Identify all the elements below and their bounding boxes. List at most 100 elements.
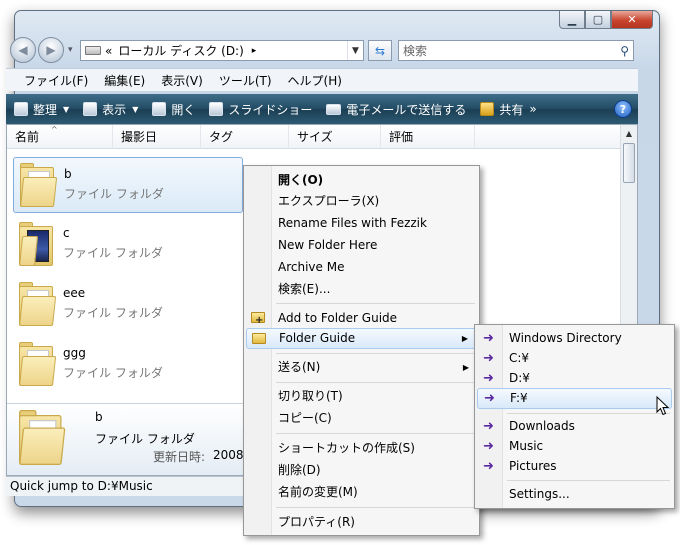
list-item[interactable]: ggg ファイル フォルダ [13, 337, 243, 393]
item-type: ファイル フォルダ [63, 246, 163, 260]
folder-icon [19, 282, 57, 326]
address-prefix[interactable]: « [105, 44, 112, 58]
menu-item-send-to[interactable]: 送る(N) ▶ [246, 357, 477, 378]
address-bar[interactable]: « ローカル ディスク (D:) ▸ ▼ [80, 40, 364, 61]
menu-item-archive-me[interactable]: Archive Me [246, 257, 477, 278]
address-next-icon[interactable]: ▸ [252, 46, 257, 56]
address-path[interactable]: ローカル ディスク (D:) [118, 42, 243, 59]
list-item[interactable]: b ファイル フォルダ [13, 157, 243, 213]
menu-item-rename[interactable]: 名前の変更(M) [246, 482, 477, 503]
menu-item-search[interactable]: 検索(E)... [246, 279, 477, 300]
column-header: ^ 名前 撮影日 タグ サイズ 評価 [7, 125, 621, 149]
folder-icon [19, 222, 53, 266]
details-modified-value: 2008 [213, 448, 244, 462]
menu-edit[interactable]: 編集(E) [104, 72, 145, 89]
command-bar: 整理 ▼ 表示 ▼ 開く スライドショー 電子メールで送信する 共有 » ? [6, 94, 638, 124]
scroll-up-icon[interactable]: ▲ [621, 125, 637, 142]
menu-separator [276, 353, 475, 354]
folder-guide-submenu: ➜ Windows Directory ➜ C:¥ ➜ D:¥ ➜ F:¥ ➜ … [474, 324, 675, 509]
submenu-arrow-icon: ▶ [461, 334, 468, 343]
search-input[interactable]: 検索 ⚲ [398, 40, 634, 61]
drive-icon [85, 46, 101, 55]
details-modified-label: 更新日時: [153, 450, 206, 464]
details-type: ファイル フォルダ [95, 432, 195, 446]
nav-buttons: ◀ ▶ ▾ [10, 37, 73, 63]
jump-arrow-icon: ➜ [483, 459, 494, 474]
forward-button[interactable]: ▶ [38, 37, 64, 63]
minimize-button[interactable]: ▁ [559, 11, 585, 29]
jump-arrow-icon: ➜ [483, 419, 494, 434]
open-button[interactable]: 開く [152, 101, 195, 118]
menu-item-new-folder-here[interactable]: New Folder Here [246, 235, 477, 256]
sort-up-icon: ^ [51, 125, 58, 134]
menu-item-add-folder-guide[interactable]: Add to Folder Guide [246, 308, 477, 331]
history-dropdown-icon[interactable]: ▾ [68, 45, 73, 55]
submenu-item-windows-directory[interactable]: ➜ Windows Directory [477, 328, 672, 349]
view-dropdown-icon: ▼ [132, 104, 139, 114]
column-name[interactable]: ^ 名前 [7, 125, 113, 149]
column-size[interactable]: サイズ [289, 125, 381, 149]
column-tags[interactable]: タグ [201, 125, 289, 149]
close-button[interactable]: ✕ [611, 11, 653, 29]
menu-bar: ファイル(F) 編集(E) 表示(V) ツール(T) ヘルプ(H) [6, 68, 638, 91]
menu-item-explorer[interactable]: エクスプローラ(X) [246, 191, 477, 212]
maximize-button[interactable]: ▢ [585, 11, 611, 29]
jump-arrow-icon: ➜ [483, 371, 494, 386]
folder-icon [252, 333, 266, 344]
menu-separator [507, 480, 670, 481]
submenu-item-c[interactable]: ➜ C:¥ [477, 348, 672, 369]
item-type: ファイル フォルダ [63, 366, 163, 380]
menu-item-open[interactable]: 開く(O) [246, 170, 477, 191]
more-commands-icon[interactable]: » [529, 102, 536, 116]
slideshow-label: スライドショー [228, 102, 313, 117]
list-item[interactable]: eee ファイル フォルダ [13, 277, 243, 333]
menu-item-delete[interactable]: 削除(D) [246, 460, 477, 481]
search-icon[interactable]: ⚲ [620, 44, 629, 58]
help-button[interactable]: ? [614, 100, 632, 118]
email-button[interactable]: 電子メールで送信する [326, 101, 466, 118]
forward-arrow-icon: ▶ [46, 43, 56, 57]
organize-button[interactable]: 整理 ▼ [14, 101, 69, 118]
address-dropdown-icon[interactable]: ▼ [347, 41, 363, 60]
menu-view[interactable]: 表示(V) [161, 72, 203, 89]
share-icon [480, 102, 495, 116]
submenu-item-f[interactable]: ➜ F:¥ [477, 388, 672, 409]
menu-separator [276, 382, 475, 383]
menu-file[interactable]: ファイル(F) [24, 72, 88, 89]
submenu-item-music[interactable]: ➜ Music [477, 436, 672, 457]
refresh-icon: ⇆ [374, 43, 386, 58]
column-rating[interactable]: 評価 [381, 125, 475, 149]
submenu-item-pictures[interactable]: ➜ Pictures [477, 456, 672, 477]
menu-item-cut[interactable]: 切り取り(T) [246, 386, 477, 407]
submenu-item-settings[interactable]: Settings... [477, 484, 672, 505]
column-date-taken[interactable]: 撮影日 [113, 125, 201, 149]
menu-item-rename-fezzik[interactable]: Rename Files with Fezzik [246, 213, 477, 234]
share-button[interactable]: 共有 » [480, 101, 537, 118]
caption-buttons: ▁ ▢ ✕ [559, 11, 653, 29]
details-folder-icon [19, 410, 66, 465]
back-button[interactable]: ◀ [10, 37, 36, 63]
item-type: ファイル フォルダ [63, 306, 163, 320]
folder-icon [19, 342, 57, 386]
menu-separator [276, 303, 475, 304]
refresh-button[interactable]: ⇆ [368, 40, 392, 61]
context-menu: 開く(O) エクスプローラ(X) Rename Files with Fezzi… [243, 165, 480, 536]
item-type: ファイル フォルダ [64, 187, 164, 201]
organize-icon [14, 102, 28, 116]
share-label: 共有 [499, 102, 524, 117]
menu-item-properties[interactable]: プロパティ(R) [246, 512, 477, 533]
details-name: b [95, 410, 103, 424]
menu-item-create-shortcut[interactable]: ショートカットの作成(S) [246, 438, 477, 459]
menu-item-copy[interactable]: コピー(C) [246, 408, 477, 429]
menu-tools[interactable]: ツール(T) [219, 72, 272, 89]
submenu-item-downloads[interactable]: ➜ Downloads [477, 416, 672, 437]
jump-arrow-icon: ➜ [483, 439, 494, 454]
slideshow-button[interactable]: スライドショー [209, 101, 312, 118]
menu-help[interactable]: ヘルプ(H) [288, 72, 342, 89]
scroll-thumb[interactable] [623, 143, 635, 183]
view-button[interactable]: 表示 ▼ [83, 101, 138, 118]
submenu-item-d[interactable]: ➜ D:¥ [477, 368, 672, 389]
list-item[interactable]: c ファイル フォルダ [13, 217, 243, 273]
menu-item-folder-guide[interactable]: Folder Guide ▶ [246, 328, 477, 349]
jump-arrow-icon: ➜ [483, 331, 494, 346]
